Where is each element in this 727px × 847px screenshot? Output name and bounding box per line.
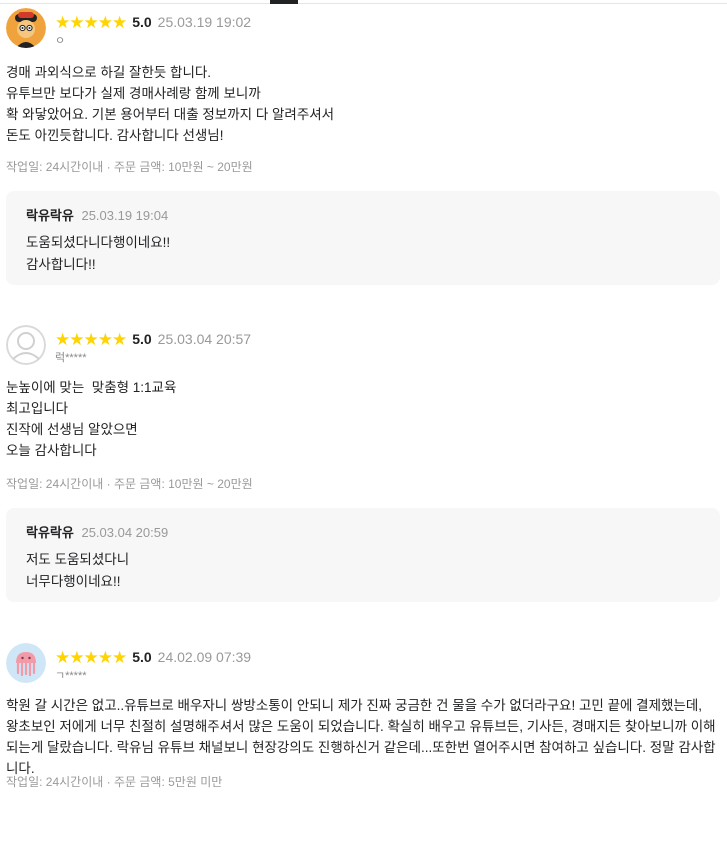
reply-author-name: 락유락유 [26, 525, 74, 540]
review-item: ★★★★★ 5.0 25.03.19 19:02 ㅇ 경매 과외식으로 하길 잘… [0, 8, 727, 288]
review-line: 최고입니다 [6, 401, 69, 416]
reviewer-nickname: 럭***** [55, 352, 87, 364]
seller-reply: 락유락유 25.03.19 19:04 도움되셨다니다행이네요!! 감사합니다!… [6, 191, 720, 285]
star-rating-icon: ★★★★★ [55, 647, 127, 667]
review-date: 25.03.04 20:57 [157, 331, 252, 347]
review-line: 돈도 아낀듯합니다. 감사합니다 선생님! [6, 128, 224, 143]
active-tab-indicator [270, 0, 298, 4]
reply-text: 저도 도움되셨다니 너무다행이네요!! [26, 549, 129, 593]
reply-date: 25.03.19 19:04 [81, 208, 169, 223]
star-rating-icon: ★★★★★ [55, 12, 127, 32]
seller-reply: 락유락유 25.03.04 20:59 저도 도움되셨다니 너무다행이네요!! [6, 508, 720, 602]
review-line: 학원 갈 시간은 없고..유튜브로 배우자니 쌍방소통이 안되니 제가 진짜 궁… [6, 698, 716, 776]
review-line: 오늘 감사합니다 [6, 443, 97, 458]
reply-line: 너무다행이네요!! [26, 574, 121, 589]
reply-line: 저도 도움되셨다니 [26, 552, 130, 567]
reply-line: 도움되셨다니다행이네요!! [26, 235, 171, 250]
review-text: 경매 과외식으로 하길 잘한듯 합니다. 유투브만 보다가 실제 경매사례랑 함… [6, 62, 718, 146]
tab-bar-line [0, 3, 727, 4]
review-line: 경매 과외식으로 하길 잘한듯 합니다. [6, 65, 212, 80]
reply-text: 도움되셨다니다행이네요!! 감사합니다!! [26, 232, 170, 276]
review-item: ★★★★★ 5.0 25.03.04 20:57 럭***** 눈높이에 맞는 … [0, 325, 727, 605]
review-header: ★★★★★ 5.0 25.03.19 19:02 [55, 11, 251, 33]
review-item: ★★★★★ 5.0 24.02.09 07:39 ㄱ***** 학원 갈 시간은… [0, 643, 727, 813]
rating-score: 5.0 [132, 649, 152, 665]
review-line: 확 와닿았어요. 기본 용어부터 대출 정보까지 다 알려주셔서 [6, 107, 335, 122]
reviewer-nickname: ㅇ [55, 35, 66, 47]
review-line: 유투브만 보다가 실제 경매사례랑 함께 보니까 [6, 86, 261, 101]
review-date: 24.02.09 07:39 [157, 649, 252, 665]
rating-score: 5.0 [132, 331, 152, 347]
default-user-icon[interactable] [6, 325, 46, 365]
reply-author-name: 락유락유 [26, 208, 74, 223]
review-header: ★★★★★ 5.0 25.03.04 20:57 [55, 328, 251, 350]
reply-author: 락유락유 25.03.04 20:59 [26, 522, 168, 541]
review-date: 25.03.19 19:02 [157, 14, 252, 30]
review-line: 진작에 선생님 알았으면 [6, 422, 138, 437]
reply-date: 25.03.04 20:59 [81, 525, 169, 540]
review-text: 학원 갈 시간은 없고..유튜브로 배우자니 쌍방소통이 안되니 제가 진짜 궁… [6, 695, 718, 779]
cartoon-avatar-icon[interactable] [6, 8, 46, 48]
order-meta: 작업일: 24시간이내 · 주문 금액: 10만원 ~ 20만원 [6, 160, 253, 174]
rating-score: 5.0 [132, 14, 152, 30]
review-text: 눈높이에 맞는 맞춤형 1:1교육 최고입니다 진작에 선생님 알았으면 오늘 … [6, 377, 718, 461]
order-meta: 작업일: 24시간이내 · 주문 금액: 5만원 미만 [6, 775, 223, 789]
review-header: ★★★★★ 5.0 24.02.09 07:39 [55, 646, 251, 668]
tab-bar-indicator [0, 0, 727, 4]
reply-line: 감사합니다!! [26, 257, 96, 272]
review-line: 눈높이에 맞는 맞춤형 1:1교육 [6, 380, 177, 395]
jellyfish-avatar-icon[interactable] [6, 643, 46, 683]
reviewer-nickname: ㄱ***** [55, 670, 87, 682]
star-rating-icon: ★★★★★ [55, 329, 127, 349]
order-meta: 작업일: 24시간이내 · 주문 금액: 10만원 ~ 20만원 [6, 477, 253, 491]
reply-author: 락유락유 25.03.19 19:04 [26, 205, 168, 224]
